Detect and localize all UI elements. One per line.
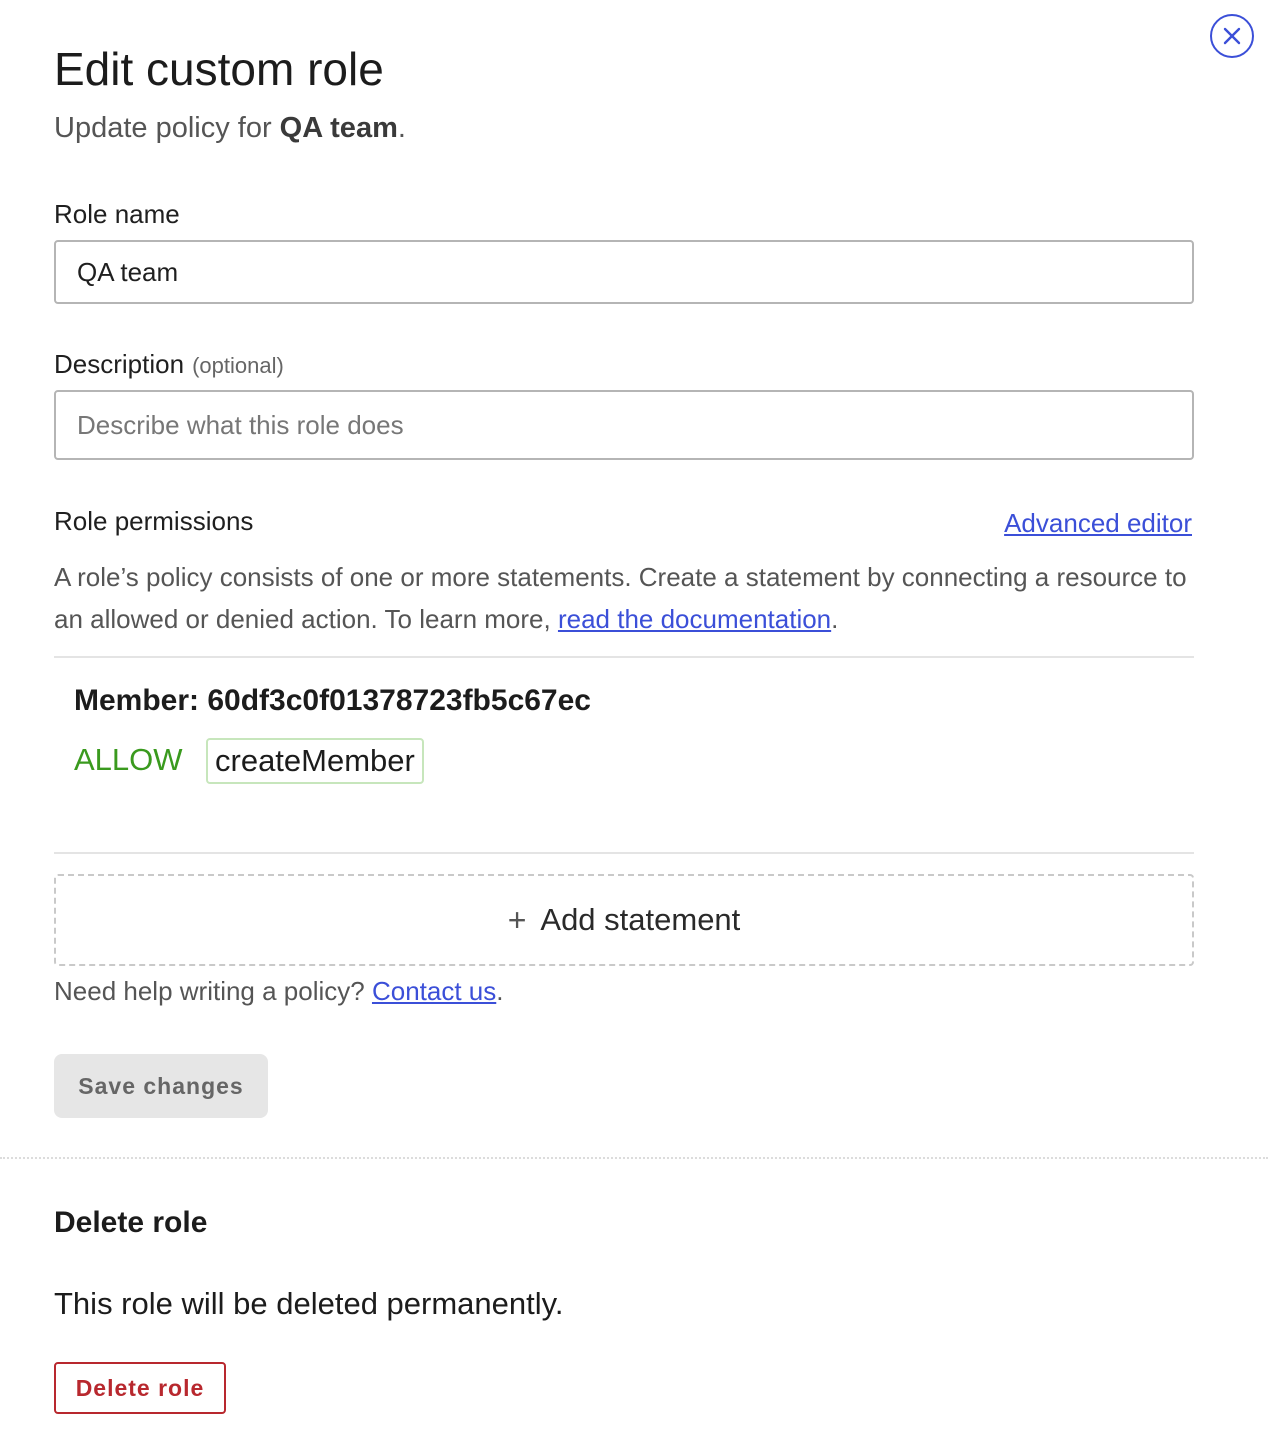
- delete-role-warning: This role will be deleted permanently.: [54, 1286, 564, 1321]
- add-statement-label: Add statement: [540, 902, 741, 937]
- section-divider: [0, 1157, 1268, 1159]
- close-icon: [1223, 27, 1241, 45]
- delete-role-heading: Delete role: [54, 1206, 208, 1239]
- delete-role-button[interactable]: Delete role: [54, 1362, 226, 1414]
- role-name-input[interactable]: [54, 240, 1194, 304]
- add-statement-button[interactable]: + Add statement: [54, 874, 1194, 966]
- page-title: Edit custom role: [54, 43, 384, 95]
- documentation-link[interactable]: read the documentation: [558, 604, 831, 634]
- statement-action-chip: createMember: [206, 738, 424, 784]
- advanced-editor-link[interactable]: Advanced editor: [1004, 508, 1192, 539]
- edit-role-panel: Edit custom role Update policy for QA te…: [0, 0, 1268, 1434]
- plus-icon: +: [507, 901, 527, 938]
- permissions-helper-text: A role’s policy consists of one or more …: [54, 556, 1194, 640]
- contact-us-link[interactable]: Contact us: [372, 976, 496, 1006]
- optional-hint: (optional): [192, 353, 284, 378]
- page-subtitle: Update policy for QA team.: [54, 112, 406, 145]
- save-changes-button[interactable]: Save changes: [54, 1054, 268, 1118]
- subtitle-role-name: QA team: [279, 112, 398, 144]
- policy-help-text: Need help writing a policy? Contact us.: [54, 976, 504, 1007]
- divider: [54, 852, 1194, 854]
- statement-effect: ALLOW: [74, 742, 183, 777]
- help-suffix: .: [496, 976, 504, 1006]
- role-permissions-label: Role permissions: [54, 506, 254, 536]
- help-text: Need help writing a policy?: [54, 976, 372, 1006]
- description-label-row: Description (optional): [54, 349, 284, 380]
- description-input[interactable]: [54, 390, 1194, 460]
- close-button[interactable]: [1210, 14, 1254, 58]
- helper-suffix: .: [831, 604, 839, 634]
- divider: [54, 656, 1194, 658]
- subtitle-prefix: Update policy for: [54, 112, 280, 144]
- statement-resource: Member: 60df3c0f01378723fb5c67ec: [74, 684, 591, 717]
- description-label: Description: [54, 349, 185, 379]
- role-name-label: Role name: [54, 199, 180, 229]
- subtitle-suffix: .: [397, 112, 406, 144]
